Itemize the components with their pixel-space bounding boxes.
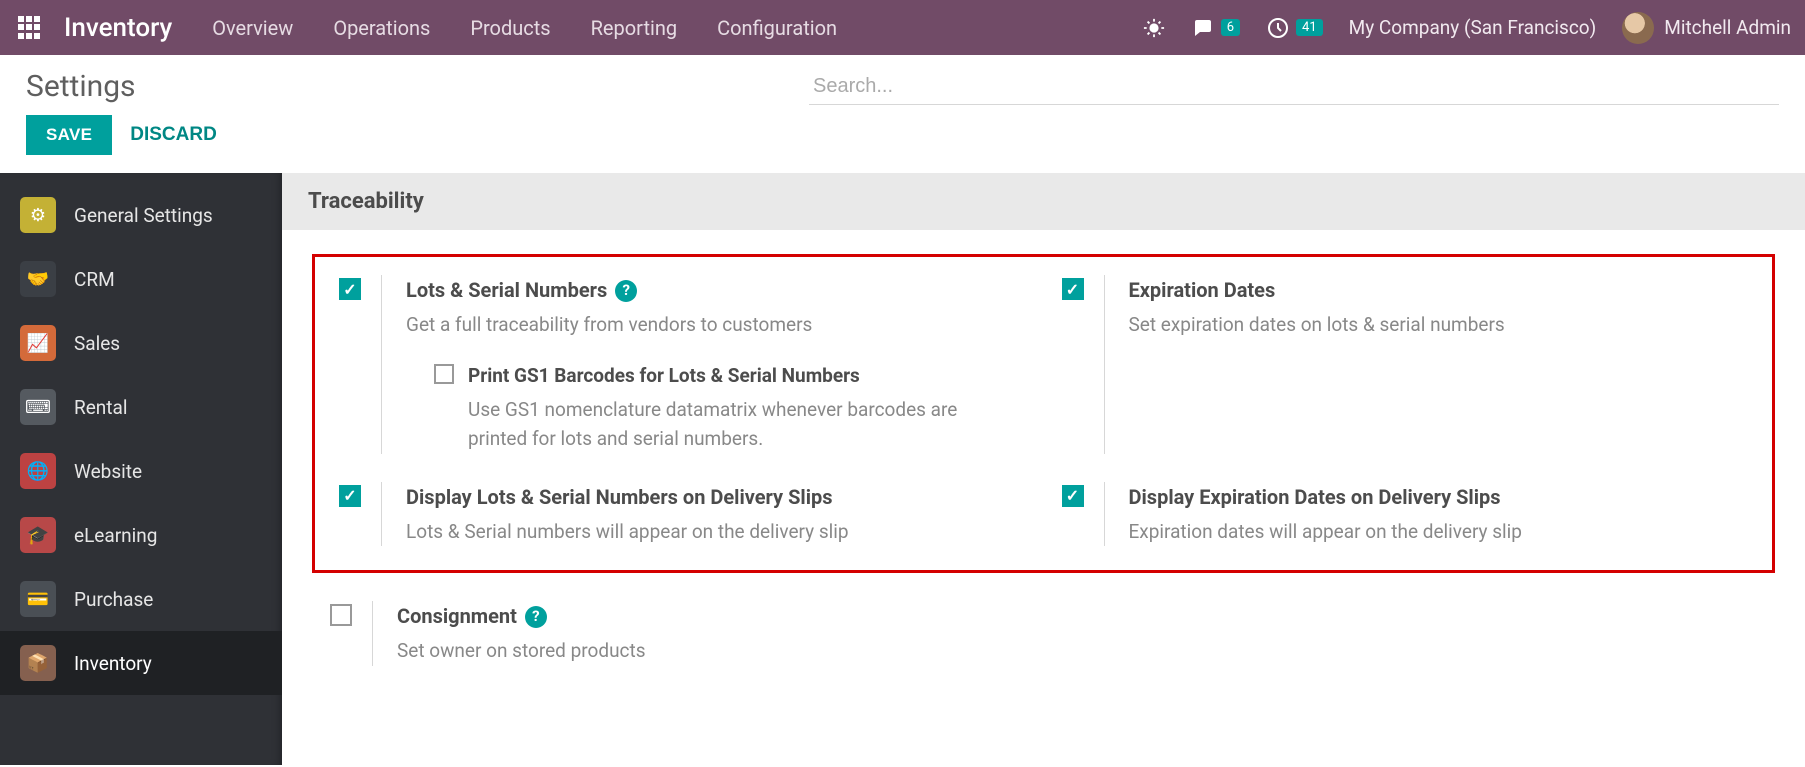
sidebar-item-sales[interactable]: 📈 Sales [0,311,282,375]
search-input[interactable] [809,69,1779,105]
checkbox-display-lots[interactable] [339,485,361,507]
sidebar-item-label: Sales [74,332,120,355]
setting-desc: Expiration dates will appear on the deli… [1129,517,1522,546]
setting-desc: Get a full traceability from vendors to … [406,310,966,339]
debug-icon[interactable] [1143,17,1165,39]
nav-item-overview[interactable]: Overview [212,16,293,40]
subsetting-gs1: Print GS1 Barcodes for Lots & Serial Num… [434,361,978,453]
box-icon: 📦 [20,645,56,681]
setting-title: Display Expiration Dates on Delivery Sli… [1129,482,1501,513]
sidebar-item-label: Website [74,460,142,483]
sidebar-item-rental[interactable]: ⌨ Rental [0,375,282,439]
nav-item-products[interactable]: Products [470,16,550,40]
subsetting-title: Print GS1 Barcodes for Lots & Serial Num… [468,361,978,390]
sidebar-item-label: CRM [74,268,115,291]
save-button[interactable]: SAVE [26,115,112,155]
nav-item-reporting[interactable]: Reporting [591,16,678,40]
gear-icon: ⚙ [20,197,56,233]
sidebar-item-inventory[interactable]: 📦 Inventory [0,631,282,695]
subsetting-desc: Use GS1 nomenclature datamatrix whenever… [468,395,978,454]
user-menu[interactable]: Mitchell Admin [1622,12,1791,44]
nav-items: Overview Operations Products Reporting C… [212,16,837,40]
sidebar-item-general-settings[interactable]: ⚙ General Settings [0,183,282,247]
checkbox-lots[interactable] [339,278,361,300]
activities-badge: 41 [1296,19,1323,36]
setting-consignment: Consignment ? Set owner on stored produc… [312,601,1044,665]
sidebar-item-label: General Settings [74,204,213,227]
sidebar-item-elearning[interactable]: 🎓 eLearning [0,503,282,567]
apps-icon[interactable] [18,16,42,40]
help-icon[interactable]: ? [615,280,637,302]
sidebar-item-crm[interactable]: 🤝 CRM [0,247,282,311]
highlight-box: Lots & Serial Numbers ? Get a full trace… [312,254,1775,573]
help-icon[interactable]: ? [525,606,547,628]
subhead: Settings [0,55,1805,109]
setting-display-lots: Display Lots & Serial Numbers on Deliver… [321,482,1044,546]
sidebar-item-label: Rental [74,396,127,419]
nav-item-operations[interactable]: Operations [333,16,430,40]
activities-icon[interactable]: 41 [1266,16,1323,40]
conversations-badge: 6 [1221,19,1240,36]
keyboard-icon: ⌨ [20,389,56,425]
setting-title: Consignment [397,601,517,632]
discard-button[interactable]: DISCARD [130,124,217,146]
nav-item-configuration[interactable]: Configuration [717,16,837,40]
conversations-icon[interactable]: 6 [1191,16,1240,40]
card-icon: 💳 [20,581,56,617]
nav-right: 6 41 My Company (San Francisco) Mitchell… [1143,12,1791,44]
handshake-icon: 🤝 [20,261,56,297]
setting-desc: Set expiration dates on lots & serial nu… [1129,310,1505,339]
company-switcher[interactable]: My Company (San Francisco) [1349,16,1597,39]
setting-lots: Lots & Serial Numbers ? Get a full trace… [321,275,1044,454]
sidebar-item-label: eLearning [74,524,157,547]
chart-icon: 📈 [20,325,56,361]
username: Mitchell Admin [1664,16,1791,39]
section-title: Traceability [282,173,1805,230]
setting-expiration: Expiration Dates Set expiration dates on… [1044,275,1767,454]
avatar [1622,12,1654,44]
setting-title: Lots & Serial Numbers [406,275,607,306]
setting-desc: Lots & Serial numbers will appear on the… [406,517,849,546]
graduation-icon: 🎓 [20,517,56,553]
sidebar-item-purchase[interactable]: 💳 Purchase [0,567,282,631]
settings-sidebar: ⚙ General Settings 🤝 CRM 📈 Sales ⌨ Renta… [0,173,282,765]
checkbox-gs1[interactable] [434,364,454,384]
setting-display-exp: Display Expiration Dates on Delivery Sli… [1044,482,1767,546]
globe-icon: 🌐 [20,453,56,489]
settings-content: Traceability Lots & Serial Numbers ? Get… [282,173,1805,765]
page-title: Settings [26,69,136,104]
top-nav: Inventory Overview Operations Products R… [0,0,1805,55]
form-actions: SAVE DISCARD [0,109,1805,173]
setting-title: Display Lots & Serial Numbers on Deliver… [406,482,833,513]
sidebar-item-website[interactable]: 🌐 Website [0,439,282,503]
sidebar-item-label: Purchase [74,588,153,611]
checkbox-display-exp[interactable] [1062,485,1084,507]
app-brand[interactable]: Inventory [64,13,172,43]
setting-desc: Set owner on stored products [397,636,646,665]
checkbox-expiration[interactable] [1062,278,1084,300]
checkbox-consignment[interactable] [330,604,352,626]
setting-title: Expiration Dates [1129,275,1276,306]
sidebar-item-label: Inventory [74,652,152,675]
